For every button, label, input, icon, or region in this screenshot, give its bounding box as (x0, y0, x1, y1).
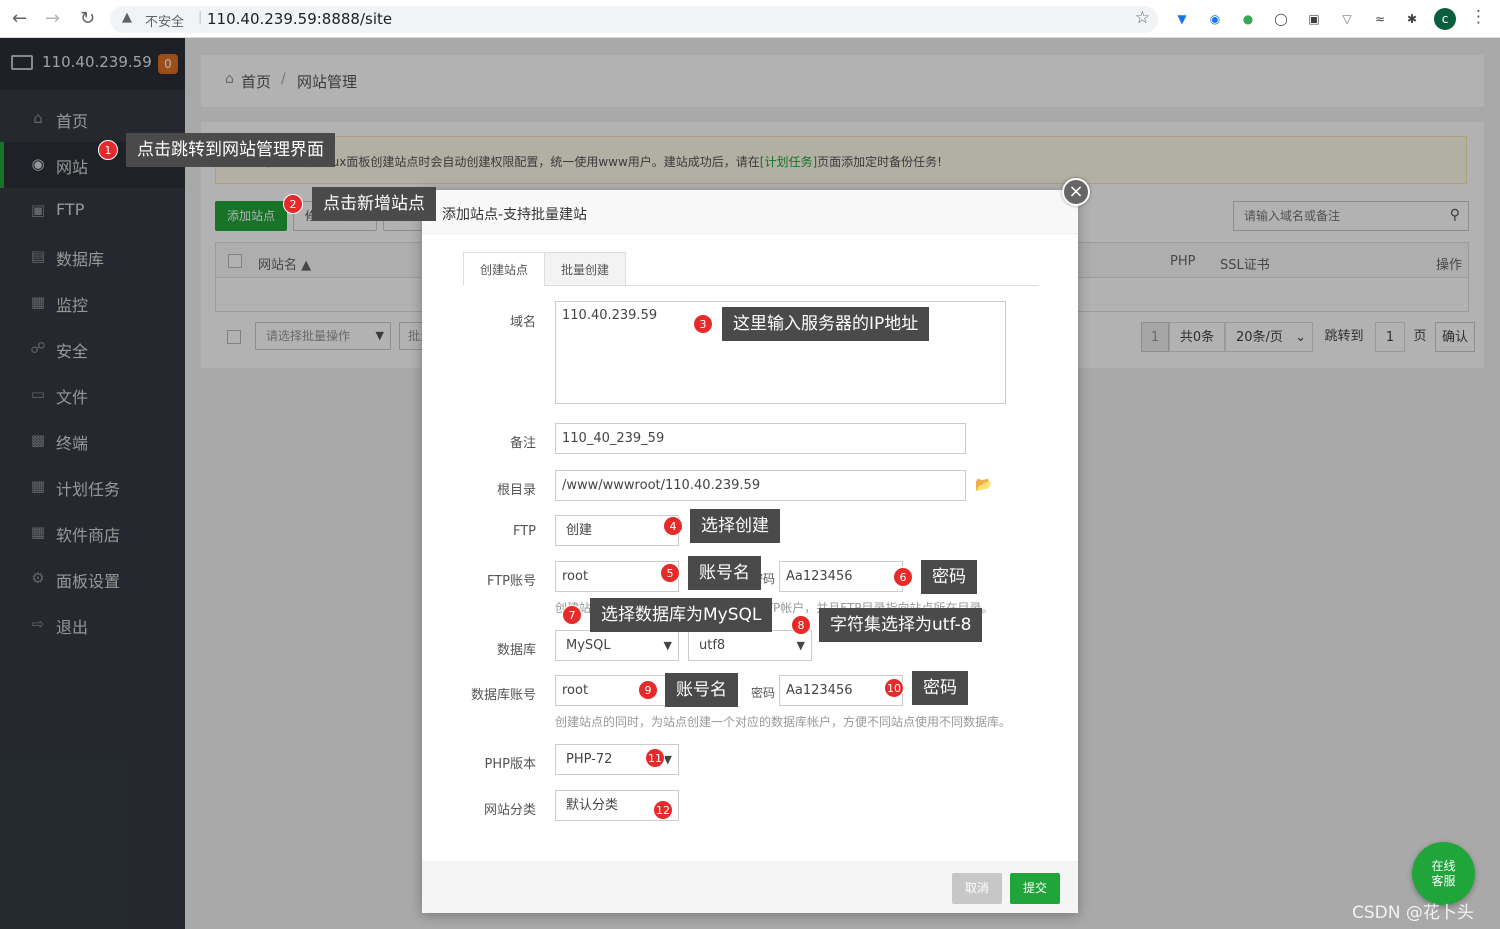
remark-input[interactable]: 110_40_239_59 (555, 423, 966, 454)
annotation-badge: 12 (653, 800, 673, 820)
chevron-down-icon: ▼ (796, 639, 805, 652)
php-version-value: PHP-72 (566, 752, 613, 767)
ftp-label: FTP (512, 524, 536, 539)
close-dialog-icon[interactable]: × (1062, 178, 1090, 206)
database-charset-value: utf8 (699, 638, 726, 653)
address-separator: | (198, 10, 203, 25)
ftp-select-value: 创建 (566, 523, 593, 538)
extension-g-icon[interactable]: ◉ (1205, 9, 1225, 29)
dialog-header: 添加站点-支持批量建站 (422, 190, 1078, 234)
online-support-button[interactable]: 在线 客服 (1412, 842, 1475, 905)
database-charset-select[interactable]: utf8 ▼ (688, 630, 812, 661)
csdn-watermark: CSDN @花卜头 (1352, 903, 1474, 923)
dialog-tabs: 创建站点 批量创建 (463, 252, 1039, 286)
annotation-badge: 4 (663, 516, 683, 536)
annotation-badge: 1 (98, 140, 118, 160)
annotation-badge: 6 (893, 567, 913, 587)
insecure-label: 不安全 (145, 15, 185, 30)
tab-create-site[interactable]: 创建站点 (463, 252, 545, 286)
annotation-callout: 账号名 (665, 673, 738, 707)
annotation-callout: 选择数据库为MySQL (590, 598, 773, 632)
support-line-1: 在线 (1431, 859, 1456, 873)
browser-toolbar: ← → ↻ ▲ 不安全 | 110.40.239.59:8888/site ☆ … (0, 0, 1500, 38)
extension-graph-icon[interactable]: ≈ (1370, 9, 1390, 29)
url-text[interactable]: 110.40.239.59:8888/site (207, 10, 392, 28)
annotation-badge: 2 (283, 194, 303, 214)
warning-icon: ▲ (122, 10, 132, 25)
ftp-select[interactable]: 创建 ▼ (555, 515, 679, 546)
remark-label: 备注 (509, 436, 536, 451)
db-password-label: 密码 (751, 686, 776, 700)
annotation-callout: 密码 (912, 671, 968, 705)
annotation-callout: 密码 (921, 560, 977, 594)
annotation-badge: 8 (791, 615, 811, 635)
root-dir-input[interactable]: /www/wwwroot/110.40.239.59 (555, 470, 966, 501)
support-line-2: 客服 (1431, 874, 1456, 888)
db-account-label: 数据库账号 (470, 688, 536, 703)
domain-label: 域名 (509, 315, 536, 330)
extensions-puzzle-icon[interactable]: ✱ (1402, 9, 1422, 29)
annotation-callout: 账号名 (688, 556, 761, 590)
browser-menu-icon[interactable]: ⋮ (1470, 7, 1487, 27)
extension-globe-icon[interactable]: ● (1238, 9, 1258, 29)
db-hint: 创建站点的同时，为站点创建一个对应的数据库帐户，方便不同站点使用不同数据库。 (555, 715, 1012, 729)
submit-button[interactable]: 提交 (1010, 873, 1060, 904)
annotation-callout: 点击跳转到网站管理界面 (126, 133, 335, 167)
cancel-button[interactable]: 取消 (952, 873, 1002, 904)
annotation-badge: 10 (884, 678, 904, 698)
annotation-callout: 点击新增站点 (312, 187, 436, 221)
db-username-input[interactable]: root (555, 675, 679, 706)
database-label: 数据库 (496, 643, 536, 658)
annotation-badge: 11 (645, 748, 665, 768)
annotation-badge: 3 (693, 314, 713, 334)
folder-open-icon[interactable]: 📂 (975, 477, 992, 493)
chevron-down-icon: ▼ (663, 639, 672, 652)
extension-v-icon[interactable]: ▼ (1172, 9, 1192, 29)
dialog-title: 添加站点-支持批量建站 (442, 207, 588, 223)
php-version-label: PHP版本 (484, 757, 536, 772)
ftp-password-input[interactable]: Aa123456 (779, 561, 903, 592)
address-bar[interactable]: ▲ 不安全 | 110.40.239.59:8888/site ☆ (110, 6, 1158, 33)
extension-code-icon[interactable]: ◯ (1271, 9, 1291, 29)
ftp-account-label: FTP账号 (486, 574, 536, 589)
extension-notion-icon[interactable]: ▣ (1304, 9, 1324, 29)
bookmark-star-icon[interactable]: ☆ (1135, 8, 1150, 28)
profile-avatar[interactable]: c (1434, 8, 1456, 30)
root-dir-label: 根目录 (496, 483, 536, 498)
database-type-select[interactable]: MySQL ▼ (555, 630, 679, 661)
forward-arrow-icon[interactable]: → (45, 8, 60, 29)
database-type-value: MySQL (566, 638, 611, 653)
back-arrow-icon[interactable]: ← (12, 8, 27, 29)
annotation-callout: 选择创建 (690, 509, 780, 543)
category-label: 网站分类 (483, 803, 536, 818)
tab-batch-create[interactable]: 批量创建 (544, 252, 626, 286)
annotation-callout: 字符集选择为utf-8 (819, 608, 983, 642)
category-value: 默认分类 (566, 798, 619, 813)
annotation-badge: 5 (660, 563, 680, 583)
add-site-dialog: 添加站点-支持批量建站 创建站点 批量创建 域名 110.40.239.59 备… (422, 190, 1078, 913)
annotation-callout: 这里输入服务器的IP地址 (722, 307, 930, 341)
annotation-badge: 7 (562, 605, 582, 625)
dialog-footer: 取消 提交 (422, 861, 1078, 913)
reload-icon[interactable]: ↻ (80, 8, 95, 29)
annotation-badge: 9 (638, 680, 658, 700)
extension-vue-icon[interactable]: ▽ (1337, 9, 1357, 29)
